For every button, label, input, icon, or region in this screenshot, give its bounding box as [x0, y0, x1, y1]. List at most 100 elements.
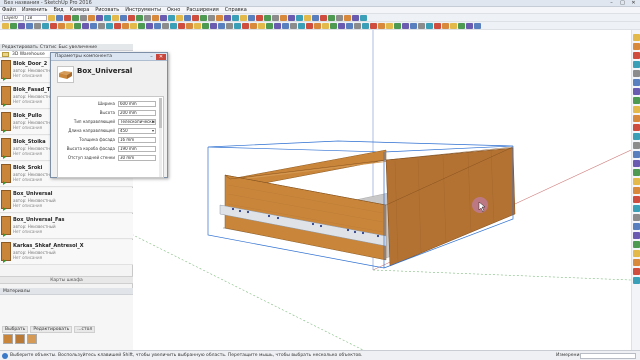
toolbar-tool-icon[interactable] — [128, 14, 135, 21]
toolbar-tool-icon[interactable] — [202, 22, 209, 29]
component-item[interactable]: Karkas_Shkaf_Antresol_X автор: Неизвестны… — [0, 240, 133, 265]
toolbar-tool-icon[interactable] — [98, 22, 105, 29]
tab-select[interactable]: Выбрать — [2, 326, 29, 333]
toolbar-tool-icon[interactable] — [88, 14, 95, 21]
toolbar-tool-icon[interactable] — [242, 22, 249, 29]
side-tool-icon[interactable] — [633, 61, 640, 68]
toolbar-tool-icon[interactable] — [320, 14, 327, 21]
value-select[interactable]: 18 — [25, 14, 47, 21]
map-bar[interactable]: Карты шкафа — [0, 276, 133, 284]
menu-file[interactable]: Файл — [2, 7, 16, 13]
component-item[interactable]: Box_Universal_Fas автор: Неизвестный Нет о… — [0, 214, 133, 239]
toolbar-tool-icon[interactable] — [72, 14, 79, 21]
param-value-field[interactable]: 600 mm — [118, 101, 156, 107]
toolbar-tool-icon[interactable] — [144, 14, 151, 21]
material-search[interactable]: ...стол — [74, 326, 96, 333]
toolbar-tool-icon[interactable] — [434, 22, 441, 29]
material-swatch[interactable] — [27, 334, 37, 344]
maximize-button[interactable]: □ — [618, 0, 627, 6]
side-tool-icon[interactable] — [633, 34, 640, 41]
insert-arrow-icon[interactable] — [3, 181, 6, 185]
dialog-close-button[interactable]: ✕ — [156, 54, 166, 60]
model-viewport[interactable] — [133, 30, 631, 350]
toolbar-tool-icon[interactable] — [386, 22, 393, 29]
toolbar-tool-icon[interactable] — [152, 14, 159, 21]
menu-view[interactable]: Вид — [53, 7, 63, 13]
insert-arrow-icon[interactable] — [3, 233, 6, 237]
toolbar-tool-icon[interactable] — [442, 22, 449, 29]
side-tool-icon[interactable] — [633, 178, 640, 185]
info-icon[interactable] — [2, 353, 8, 359]
toolbar-tool-icon[interactable] — [328, 14, 335, 21]
toolbar-tool-icon[interactable] — [240, 14, 247, 21]
toolbar-tool-icon[interactable] — [336, 14, 343, 21]
side-tool-icon[interactable] — [633, 196, 640, 203]
toolbar-tool-icon[interactable] — [394, 22, 401, 29]
side-tool-icon[interactable] — [633, 151, 640, 158]
side-tool-icon[interactable] — [633, 43, 640, 50]
param-value-field[interactable]: 200 mm — [118, 110, 156, 116]
toolbar-tool-icon[interactable] — [338, 22, 345, 29]
toolbar-tool-icon[interactable] — [122, 22, 129, 29]
toolbar-tool-icon[interactable] — [186, 22, 193, 29]
toolbar-tool-icon[interactable] — [74, 22, 81, 29]
toolbar-tool-icon[interactable] — [226, 22, 233, 29]
side-tool-icon[interactable] — [633, 187, 640, 194]
toolbar-tool-icon[interactable] — [298, 22, 305, 29]
toolbar-tool-icon[interactable] — [330, 22, 337, 29]
side-tool-icon[interactable] — [633, 133, 640, 140]
tab-quick-zoom[interactable]: Быс увеличение — [58, 45, 97, 50]
side-tool-icon[interactable] — [633, 52, 640, 59]
toolbar-tool-icon[interactable] — [306, 22, 313, 29]
toolbar-tool-icon[interactable] — [272, 14, 279, 21]
toolbar-tool-icon[interactable] — [264, 14, 271, 21]
toolbar-tool-icon[interactable] — [200, 14, 207, 21]
menu-draw[interactable]: Рисовать — [95, 7, 119, 13]
minimize-button[interactable]: – — [607, 0, 616, 6]
toolbar-tool-icon[interactable] — [458, 22, 465, 29]
toolbar-tool-icon[interactable] — [402, 22, 409, 29]
menu-tools[interactable]: Инструменты — [125, 7, 161, 13]
toolbar-tool-icon[interactable] — [216, 14, 223, 21]
side-tool-icon[interactable] — [633, 214, 640, 221]
toolbar-tool-icon[interactable] — [170, 22, 177, 29]
toolbar-tool-icon[interactable] — [232, 14, 239, 21]
toolbar-tool-icon[interactable] — [362, 22, 369, 29]
toolbar-tool-icon[interactable] — [370, 22, 377, 29]
toolbar-tool-icon[interactable] — [42, 22, 49, 29]
toolbar-tool-icon[interactable] — [426, 22, 433, 29]
menu-extensions[interactable]: Расширения — [186, 7, 218, 13]
param-value-field[interactable]: Телескопическая — [118, 119, 156, 125]
tab-statistics[interactable]: Статис — [40, 45, 57, 50]
toolbar-tool-icon[interactable] — [120, 14, 127, 21]
toolbar-tool-icon[interactable] — [64, 14, 71, 21]
toolbar-tool-icon[interactable] — [114, 22, 121, 29]
insert-arrow-icon[interactable] — [3, 103, 6, 107]
toolbar-tool-icon[interactable] — [346, 22, 353, 29]
toolbar-tool-icon[interactable] — [10, 22, 17, 29]
toolbar-tool-icon[interactable] — [90, 22, 97, 29]
toolbar-tool-icon[interactable] — [314, 22, 321, 29]
toolbar-tool-icon[interactable] — [258, 22, 265, 29]
toolbar-tool-icon[interactable] — [58, 22, 65, 29]
toolbar-tool-icon[interactable] — [104, 14, 111, 21]
toolbar-tool-icon[interactable] — [162, 22, 169, 29]
toolbar-tool-icon[interactable] — [418, 22, 425, 29]
side-tool-icon[interactable] — [633, 115, 640, 122]
material-swatch[interactable] — [3, 334, 13, 344]
toolbar-tool-icon[interactable] — [48, 14, 55, 21]
toolbar-tool-icon[interactable] — [154, 22, 161, 29]
toolbar-tool-icon[interactable] — [288, 14, 295, 21]
toolbar-tool-icon[interactable] — [450, 22, 457, 29]
toolbar-tool-icon[interactable] — [282, 22, 289, 29]
toolbar-tool-icon[interactable] — [344, 14, 351, 21]
component-item[interactable]: Box_Universal автор: Неизвестный Нет описа… — [0, 188, 133, 213]
toolbar-tool-icon[interactable] — [224, 14, 231, 21]
toolbar-tool-icon[interactable] — [96, 14, 103, 21]
param-value-field[interactable]: 16 mm — [118, 137, 156, 143]
toolbar-tool-icon[interactable] — [466, 22, 473, 29]
param-value-field[interactable]: 30 mm — [118, 155, 156, 161]
toolbar-tool-icon[interactable] — [194, 22, 201, 29]
toolbar-tool-icon[interactable] — [2, 22, 9, 29]
toolbar-tool-icon[interactable] — [160, 14, 167, 21]
